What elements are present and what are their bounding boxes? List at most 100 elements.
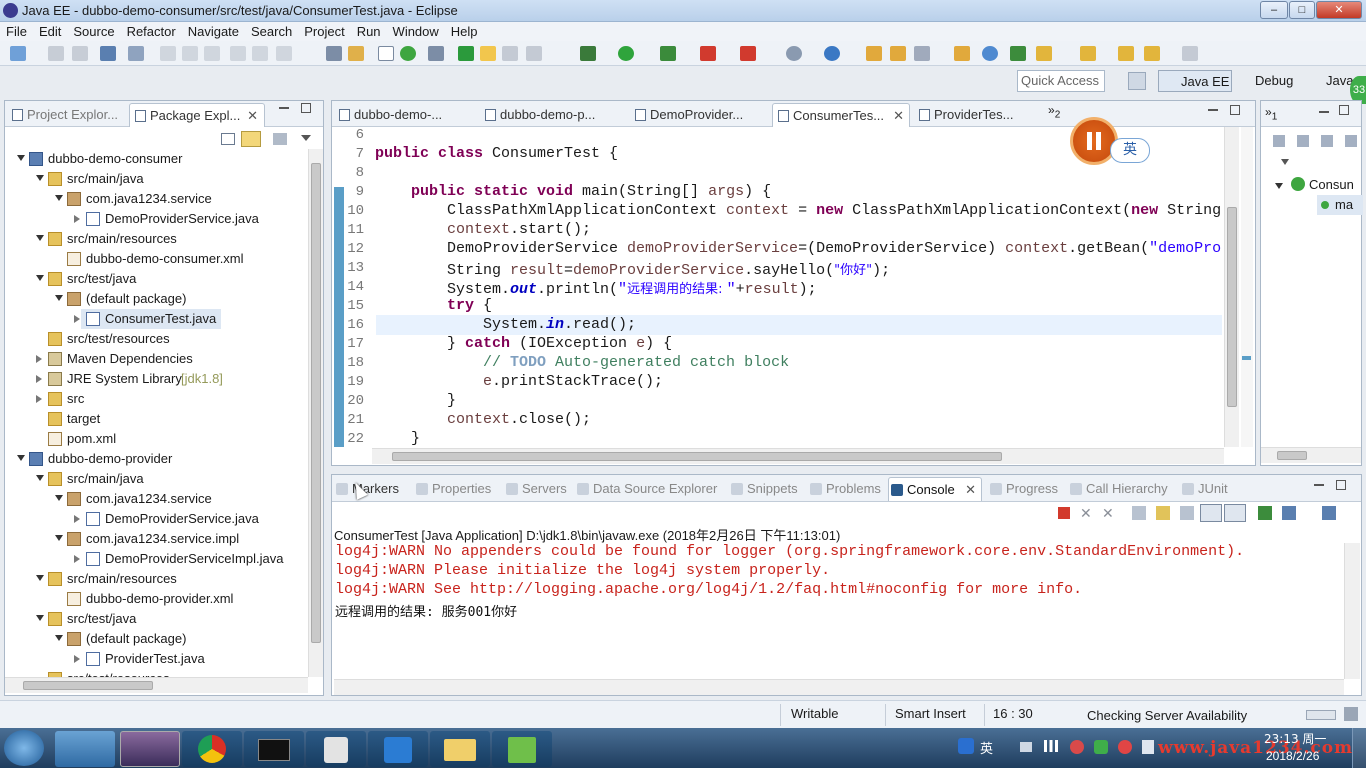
open-console-icon[interactable] (1322, 506, 1336, 520)
menu-search[interactable]: Search (245, 22, 298, 41)
editor-vertical-scrollbar[interactable] (1224, 127, 1239, 447)
taskbar-explorer-icon[interactable] (430, 731, 490, 767)
tree-item[interactable]: com.java1234.service (5, 189, 307, 209)
chevron-right-icon[interactable] (74, 655, 80, 663)
taskbar-chrome-icon[interactable] (182, 731, 242, 767)
maximize-view-icon[interactable] (1336, 480, 1346, 490)
tab-snippets[interactable]: Snippets (729, 477, 801, 501)
editor-icon[interactable] (378, 46, 394, 61)
debug-icon[interactable] (458, 46, 474, 61)
annotation-icon[interactable] (1010, 46, 1026, 61)
tree-item[interactable]: dubbo-demo-consumer.xml (5, 249, 307, 269)
close-icon[interactable]: ✕ (247, 104, 258, 128)
close-button[interactable]: ✕ (1316, 1, 1362, 19)
ime-indicator[interactable]: 英 (1110, 138, 1150, 163)
tab-data-source-explorer[interactable]: Data Source Explorer (575, 477, 723, 501)
tree-item[interactable]: Maven Dependencies (5, 349, 307, 369)
chevron-right-icon[interactable] (74, 555, 80, 563)
close-icon[interactable]: ✕ (965, 478, 976, 502)
collapse-all-icon[interactable] (221, 133, 235, 145)
progress-view-icon[interactable] (1344, 707, 1358, 721)
folder-icon[interactable] (954, 46, 970, 61)
wand-icon[interactable] (348, 46, 364, 61)
chevron-down-icon[interactable] (36, 275, 44, 281)
scroll-thumb[interactable] (23, 681, 153, 690)
chevron-down-icon[interactable] (17, 155, 25, 161)
terminate-icon[interactable] (1058, 507, 1070, 519)
tree-item[interactable]: ProviderTest.java (5, 649, 307, 669)
snippet-icon[interactable] (428, 46, 444, 61)
tree-item[interactable]: src/main/resources (5, 569, 307, 589)
chevron-down-icon[interactable] (55, 295, 63, 301)
tab-problems[interactable]: Problems (808, 477, 884, 501)
tab-progress[interactable]: Progress (988, 477, 1060, 501)
chevron-right-icon[interactable] (74, 315, 80, 323)
taskbar-cmd-icon[interactable] (244, 731, 304, 767)
new-class-icon[interactable] (824, 46, 840, 61)
tree-item[interactable]: DemoProviderService.java (5, 509, 307, 529)
tree-item[interactable]: src/test/resources (5, 329, 307, 349)
link-editor-icon[interactable] (241, 131, 261, 147)
maximize-view-icon[interactable] (1339, 105, 1349, 115)
minimize-view-icon[interactable] (1314, 484, 1324, 486)
tree-vertical-scrollbar[interactable] (308, 149, 323, 677)
chevron-down-icon[interactable] (1281, 159, 1289, 165)
open-perspective-icon[interactable] (1128, 72, 1146, 90)
tree-item[interactable]: dubbo-demo-provider (5, 449, 307, 469)
gear-icon[interactable] (786, 46, 802, 61)
keyboard-icon[interactable] (1020, 742, 1032, 752)
taskbar-app-icon[interactable] (55, 731, 115, 767)
outline-class-label[interactable]: Consun (1309, 177, 1354, 192)
show-stderr-icon[interactable] (1224, 504, 1246, 522)
open-console-icon[interactable] (100, 46, 116, 61)
tree-item[interactable]: DemoProviderServiceImpl.java (5, 549, 307, 569)
chevron-right-icon[interactable] (36, 375, 42, 383)
browser-icon[interactable] (400, 46, 416, 61)
maximize-editor-icon[interactable] (1230, 105, 1240, 115)
remove-all-icon[interactable]: ✕ (1102, 506, 1116, 520)
maximize-button[interactable]: □ (1289, 1, 1315, 19)
sort-icon[interactable] (1273, 135, 1285, 147)
menu-window[interactable]: Window (387, 22, 445, 41)
chevron-right-icon[interactable] (74, 215, 80, 223)
chevron-down-icon[interactable] (17, 455, 25, 461)
remove-launch-icon[interactable]: ✕ (1080, 506, 1094, 520)
pause-record-button[interactable] (1070, 117, 1118, 165)
tab-markers[interactable]: Markers (334, 477, 410, 501)
show-stdout-icon[interactable] (1200, 504, 1222, 522)
tab-project-explorer[interactable]: Project Explor... (7, 103, 127, 127)
scroll-thumb[interactable] (1227, 207, 1237, 407)
chevron-down-icon[interactable] (36, 475, 44, 481)
maximize-view-icon[interactable] (301, 103, 311, 113)
menu-run[interactable]: Run (351, 22, 387, 41)
chevron-down-icon[interactable] (55, 635, 63, 641)
hide-nonpublic-icon[interactable] (1345, 135, 1357, 147)
show-desktop-button[interactable] (1352, 728, 1366, 768)
outline-overflow[interactable]: »1 (1265, 105, 1277, 122)
scroll-thumb[interactable] (1277, 451, 1307, 460)
chevron-down-icon[interactable] (55, 495, 63, 501)
server-icon[interactable] (740, 46, 756, 61)
minimize-view-icon[interactable] (279, 107, 289, 109)
search-icon[interactable] (958, 738, 974, 754)
tab-properties[interactable]: Properties (414, 477, 498, 501)
chevron-down-icon[interactable] (36, 235, 44, 241)
chevron-down-icon[interactable] (36, 615, 44, 621)
open-type-icon[interactable] (866, 46, 882, 61)
save-all-icon[interactable] (72, 46, 88, 61)
tree-item[interactable]: (default package) (5, 289, 307, 309)
view-menu-icon[interactable] (273, 133, 287, 145)
menu-source[interactable]: Source (67, 22, 120, 41)
word-wrap-icon[interactable] (1180, 506, 1194, 520)
clock-date[interactable]: 2018/2/26 (1266, 749, 1319, 763)
close-icon[interactable]: ✕ (893, 104, 904, 128)
chevron-down-icon[interactable] (55, 535, 63, 541)
tree-item[interactable]: src/main/resources (5, 229, 307, 249)
save-icon[interactable] (48, 46, 64, 61)
tray-app-icon[interactable] (1070, 740, 1084, 754)
taskbar-java-icon[interactable] (306, 731, 366, 767)
chevron-right-icon[interactable] (36, 395, 42, 403)
forward-arrow-icon[interactable] (1182, 46, 1198, 61)
perspective-javaee[interactable]: Java EE (1158, 70, 1232, 92)
tab-providertest[interactable]: ProviderTes... (914, 103, 1044, 127)
